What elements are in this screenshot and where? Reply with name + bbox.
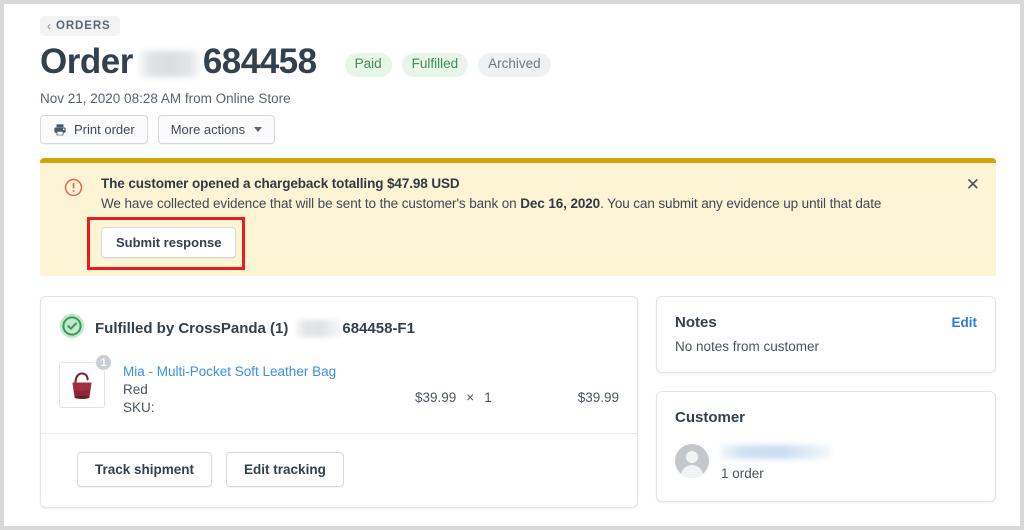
notes-body: No notes from customer — [675, 339, 820, 354]
breadcrumb-label: ORDERS — [56, 20, 111, 32]
order-meta: Nov 21, 2020 08:28 AM from Online Store — [40, 91, 291, 106]
order-actions: Print order More actions — [40, 115, 996, 144]
fulfillment-header: Fulfilled by CrossPanda (1) 684458-F1 — [41, 297, 637, 356]
redacted-order-prefix — [138, 50, 201, 77]
chargeback-text-after: . You can submit any evidence up until t… — [600, 196, 882, 211]
fulfillment-card: Fulfilled by CrossPanda (1) 684458-F1 1 … — [40, 296, 638, 508]
chevron-left-icon: ‹ — [47, 19, 51, 33]
edit-tracking-button[interactable]: Edit tracking — [226, 452, 344, 487]
chargeback-title: The customer opened a chargeback totalli… — [101, 176, 460, 191]
quantity-badge: 1 — [94, 353, 113, 372]
print-order-button[interactable]: Print order — [40, 115, 148, 144]
fulfillment-title-text: Fulfilled by CrossPanda (1) — [95, 320, 289, 337]
multiplier-symbol: × — [466, 390, 475, 405]
fulfillment-tracking-number: 684458-F1 — [342, 320, 415, 337]
more-actions-label: More actions — [170, 122, 246, 137]
customer-title: Customer — [675, 409, 746, 426]
submit-response-wrapper: Submit response — [87, 217, 245, 270]
product-name-link[interactable]: Mia - Multi-Pocket Soft Leather Bag — [123, 364, 415, 379]
redacted-tracking-prefix — [295, 320, 342, 337]
notes-edit-link[interactable]: Edit — [952, 315, 978, 330]
unit-price: $39.99 — [415, 390, 457, 405]
fulfillment-footer: Track shipment Edit tracking — [41, 434, 637, 507]
customer-row: 1 order — [675, 444, 977, 483]
notes-title: Notes — [675, 314, 717, 331]
status-badges: Paid Fulfilled Archived — [344, 47, 551, 77]
fulfillment-title: Fulfilled by CrossPanda (1) 684458-F1 — [95, 320, 415, 337]
line-item-price-block: $39.99 × 1 — [415, 362, 535, 405]
avatar-icon — [675, 444, 709, 478]
line-item-total: $39.99 — [577, 390, 619, 405]
status-badge-paid: Paid — [344, 53, 392, 77]
avatar-head-shape — [686, 451, 698, 463]
chargeback-description: We have collected evidence that will be … — [101, 196, 980, 211]
printer-icon — [53, 123, 67, 137]
status-badge-archived: Archived — [478, 53, 551, 77]
notes-card-header: Notes Edit — [675, 314, 977, 331]
more-actions-button[interactable]: More actions — [157, 115, 276, 144]
customer-card: Customer 1 order — [656, 391, 996, 502]
submit-response-button[interactable]: Submit response — [101, 227, 237, 258]
product-thumbnail-wrapper: 1 — [59, 353, 113, 408]
print-order-label: Print order — [74, 122, 135, 137]
product-sku: SKU: — [123, 400, 155, 415]
customer-info: 1 order — [721, 444, 831, 483]
side-column: Notes Edit No notes from customer Custom… — [656, 296, 996, 508]
page-title: Order 684458 — [40, 42, 317, 82]
customer-card-header: Customer — [675, 409, 977, 426]
status-badge-fulfilled: Fulfilled — [401, 53, 469, 77]
chargeback-banner: The customer opened a chargeback totalli… — [40, 158, 996, 276]
order-detail-page: ‹ ORDERS Order 684458 Paid Fulfilled Arch… — [0, 0, 1024, 530]
redacted-customer-name — [721, 445, 831, 459]
order-number: 684458 — [202, 42, 317, 81]
line-quantity: 1 — [484, 390, 492, 405]
line-item-row: 1 Mia - Multi-Pocket Soft Leather Bag Re… — [41, 353, 637, 434]
avatar-body-shape — [681, 465, 703, 478]
main-columns: Fulfilled by CrossPanda (1) 684458-F1 1 … — [40, 296, 996, 508]
chargeback-banner-body: The customer opened a chargeback totalli… — [87, 176, 980, 270]
check-circle-icon — [59, 313, 85, 344]
product-variant: Red — [123, 382, 148, 397]
page-title-row: Order 684458 Paid Fulfilled Archived — [40, 42, 996, 82]
page-content: ‹ ORDERS Order 684458 Paid Fulfilled Arch… — [40, 12, 996, 526]
close-icon[interactable]: ✕ — [966, 176, 980, 193]
line-item-info: Mia - Multi-Pocket Soft Leather Bag Red … — [109, 362, 415, 415]
chargeback-text-before: We have collected evidence that will be … — [101, 196, 521, 211]
order-title-prefix: Order — [40, 42, 133, 81]
chevron-down-icon — [254, 127, 263, 132]
customer-order-count: 1 order — [721, 466, 764, 481]
alert-circle-icon — [64, 178, 83, 258]
notes-card: Notes Edit No notes from customer — [656, 296, 996, 373]
main-column: Fulfilled by CrossPanda (1) 684458-F1 1 … — [40, 296, 638, 508]
track-shipment-button[interactable]: Track shipment — [77, 452, 213, 487]
breadcrumb-orders[interactable]: ‹ ORDERS — [40, 16, 120, 36]
chargeback-deadline-date: Dec 16, 2020 — [520, 196, 601, 211]
